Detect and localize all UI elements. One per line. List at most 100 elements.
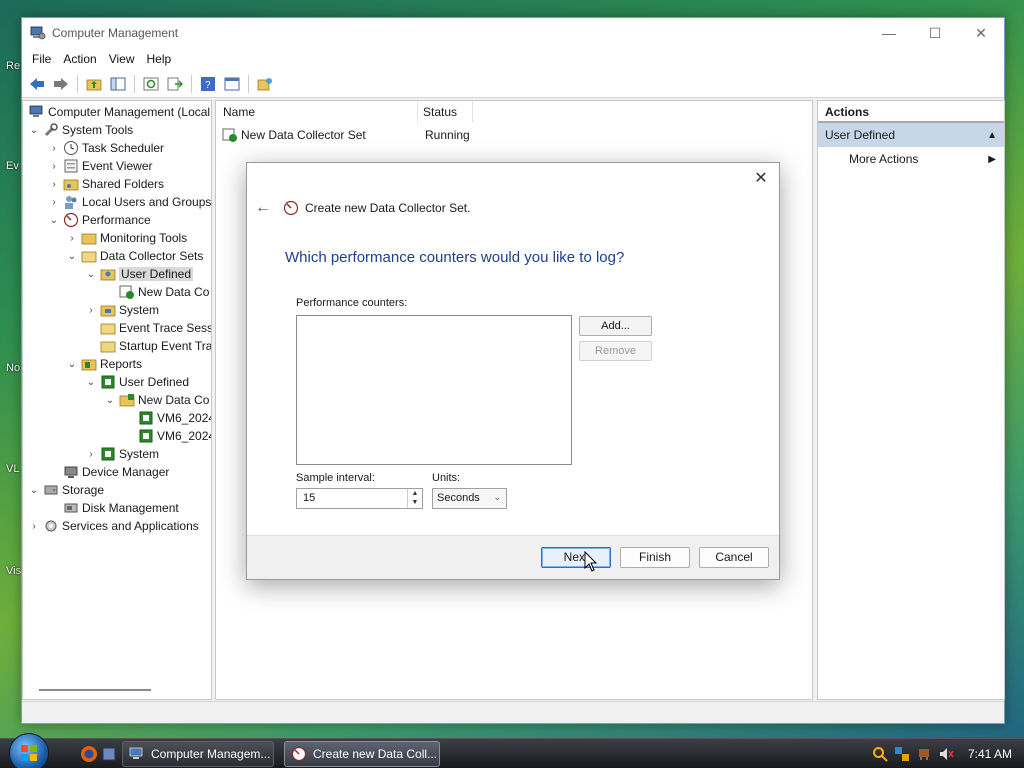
- menu-view[interactable]: View: [103, 52, 141, 66]
- taskbar-button-create-data-collector[interactable]: Create new Data Coll...: [284, 741, 440, 767]
- taskbar-button-computer-management[interactable]: Computer Managem...: [122, 741, 274, 767]
- help-icon[interactable]: ?: [197, 73, 219, 95]
- units-dropdown[interactable]: Seconds ⌄: [432, 488, 507, 509]
- firefox-icon[interactable]: [80, 745, 98, 763]
- tree-item-startup-event-trace[interactable]: Startup Event Tra: [98, 337, 211, 355]
- sample-interval-spinner[interactable]: ▲ ▼: [407, 489, 422, 508]
- cancel-button[interactable]: Cancel: [699, 547, 769, 568]
- menu-action[interactable]: Action: [57, 52, 102, 66]
- tree-item-services-applications[interactable]: › Services and Applications: [27, 517, 198, 535]
- desktop-label-2[interactable]: Ev: [6, 160, 19, 172]
- chevron-down-icon[interactable]: ⌄: [27, 485, 41, 496]
- chevron-right-icon[interactable]: ›: [47, 179, 61, 190]
- tree-item-computer-management[interactable]: Computer Management (Local: [27, 103, 210, 121]
- tree-item-report-vm6-1[interactable]: VM6_2024: [136, 409, 211, 427]
- properties-icon[interactable]: [221, 73, 243, 95]
- tree-item-monitoring-tools[interactable]: › Monitoring Tools: [65, 229, 187, 247]
- chevron-right-icon[interactable]: ›: [47, 143, 61, 154]
- chevron-right-icon[interactable]: ›: [65, 233, 79, 244]
- chevron-right-icon[interactable]: ›: [47, 197, 61, 208]
- tree-item-user-defined[interactable]: ⌄ User Defined: [84, 265, 194, 283]
- tree-item-storage[interactable]: ⌄ Storage: [27, 481, 104, 499]
- tree-item-report-vm6-2[interactable]: VM6_2024: [136, 427, 211, 445]
- chevron-down-icon[interactable]: ⌄: [84, 269, 98, 280]
- chevron-right-icon[interactable]: ›: [47, 161, 61, 172]
- finish-button[interactable]: Finish: [620, 547, 690, 568]
- add-counter-button[interactable]: Add...: [579, 316, 652, 336]
- tree-item-label: Shared Folders: [82, 177, 165, 191]
- next-button[interactable]: Next: [541, 547, 611, 568]
- new-data-collector-icon[interactable]: [254, 73, 276, 95]
- chevron-down-icon[interactable]: ⌄: [103, 395, 117, 406]
- tree-item-reports-user-defined[interactable]: ⌄ User Defined: [84, 373, 189, 391]
- tree-item-system-tools[interactable]: ⌄ System Tools: [27, 121, 133, 139]
- users-icon: [65, 196, 77, 209]
- tree-item-disk-management[interactable]: Disk Management: [61, 499, 179, 517]
- clock[interactable]: 7:41 AM: [968, 747, 1012, 761]
- network-icon[interactable]: [916, 746, 932, 762]
- tree-item-shared-folders[interactable]: › Shared Folders: [47, 175, 164, 193]
- tree-item-reports[interactable]: ⌄ Reports: [65, 355, 142, 373]
- show-hide-tree-icon[interactable]: [107, 73, 129, 95]
- back-arrow-icon[interactable]: ←: [255, 199, 271, 217]
- menu-help[interactable]: Help: [141, 52, 178, 66]
- tree-item-reports-new-data-collector[interactable]: ⌄ New Data Co: [103, 391, 210, 409]
- tree-horizontal-scrollbar[interactable]: [39, 689, 151, 691]
- minimize-button[interactable]: —: [866, 18, 912, 48]
- column-header-status[interactable]: Status: [423, 105, 457, 119]
- folder-icon: [100, 323, 116, 335]
- tree-item-event-trace-sessions[interactable]: Event Trace Sess: [98, 319, 212, 337]
- sample-interval-input[interactable]: 15 ▲ ▼: [296, 488, 423, 509]
- menu-file[interactable]: File: [26, 52, 57, 66]
- close-button[interactable]: ✕: [958, 18, 1004, 48]
- tree-item-performance[interactable]: ⌄ Performance: [47, 211, 151, 229]
- maximize-button[interactable]: ☐: [912, 18, 958, 48]
- actions-pane: Actions User Defined ▲ More Actions ▶: [817, 100, 1005, 700]
- tree-item-label: Monitoring Tools: [100, 231, 188, 245]
- back-arrow-icon[interactable]: [26, 73, 48, 95]
- chevron-right-icon[interactable]: ›: [27, 521, 41, 532]
- actions-section-user-defined[interactable]: User Defined ▲: [818, 123, 1004, 147]
- chevron-right-icon[interactable]: ›: [84, 449, 98, 460]
- list-item-name: New Data Collector Set: [241, 128, 366, 142]
- start-button[interactable]: [9, 733, 49, 768]
- desktop-label-1[interactable]: Re: [6, 60, 20, 72]
- column-separator[interactable]: [417, 101, 418, 123]
- desktop-label-5[interactable]: Vis: [6, 565, 21, 577]
- export-list-icon[interactable]: [164, 73, 186, 95]
- column-header-name[interactable]: Name: [223, 105, 255, 119]
- remove-counter-button[interactable]: Remove: [579, 341, 652, 361]
- list-item[interactable]: New Data Collector Set Running: [222, 127, 470, 143]
- tree-item-event-viewer[interactable]: › Event Viewer: [47, 157, 152, 175]
- desktop-label-3[interactable]: No: [6, 362, 20, 374]
- tree-item-task-scheduler[interactable]: › Task Scheduler: [47, 139, 164, 157]
- volume-muted-icon[interactable]: [938, 746, 954, 762]
- tree-item-new-data-collector[interactable]: New Data Co: [117, 283, 209, 301]
- performance-counters-list[interactable]: [296, 315, 572, 465]
- chevron-down-icon[interactable]: ⌄: [27, 125, 41, 136]
- tree-item-data-collector-sets[interactable]: ⌄ Data Collector Sets: [65, 247, 204, 265]
- dialog-close-button[interactable]: ✕: [751, 169, 771, 189]
- action-center-icon[interactable]: [894, 746, 910, 762]
- more-actions-item[interactable]: More Actions ▶: [818, 147, 1004, 171]
- tree-item-device-manager[interactable]: Device Manager: [61, 463, 169, 481]
- tree-item-local-users-groups[interactable]: › Local Users and Groups: [47, 193, 211, 211]
- collapse-up-icon[interactable]: ▲: [987, 130, 997, 141]
- forward-arrow-icon[interactable]: [50, 73, 72, 95]
- chevron-down-icon[interactable]: ⌄: [65, 359, 79, 370]
- tree-item-label: Event Trace Sess: [119, 321, 212, 335]
- up-folder-icon[interactable]: [83, 73, 105, 95]
- column-separator[interactable]: [472, 101, 473, 123]
- chevron-down-icon[interactable]: ⌄: [84, 377, 98, 388]
- title-bar[interactable]: Computer Management — ☐ ✕: [22, 18, 1004, 48]
- tree-item-system[interactable]: › System: [84, 301, 159, 319]
- chevron-right-icon[interactable]: ›: [84, 305, 98, 316]
- tree-item-reports-system[interactable]: › System: [84, 445, 159, 463]
- refresh-icon[interactable]: [140, 73, 162, 95]
- chevron-down-icon[interactable]: ⌄: [65, 251, 79, 262]
- quick-launch-icon[interactable]: [100, 745, 118, 763]
- console-tree[interactable]: Computer Management (Local ⌄ System Tool…: [22, 100, 212, 700]
- search-icon[interactable]: [872, 746, 888, 762]
- chevron-down-icon[interactable]: ⌄: [47, 215, 61, 226]
- desktop-label-4[interactable]: VL: [6, 463, 19, 475]
